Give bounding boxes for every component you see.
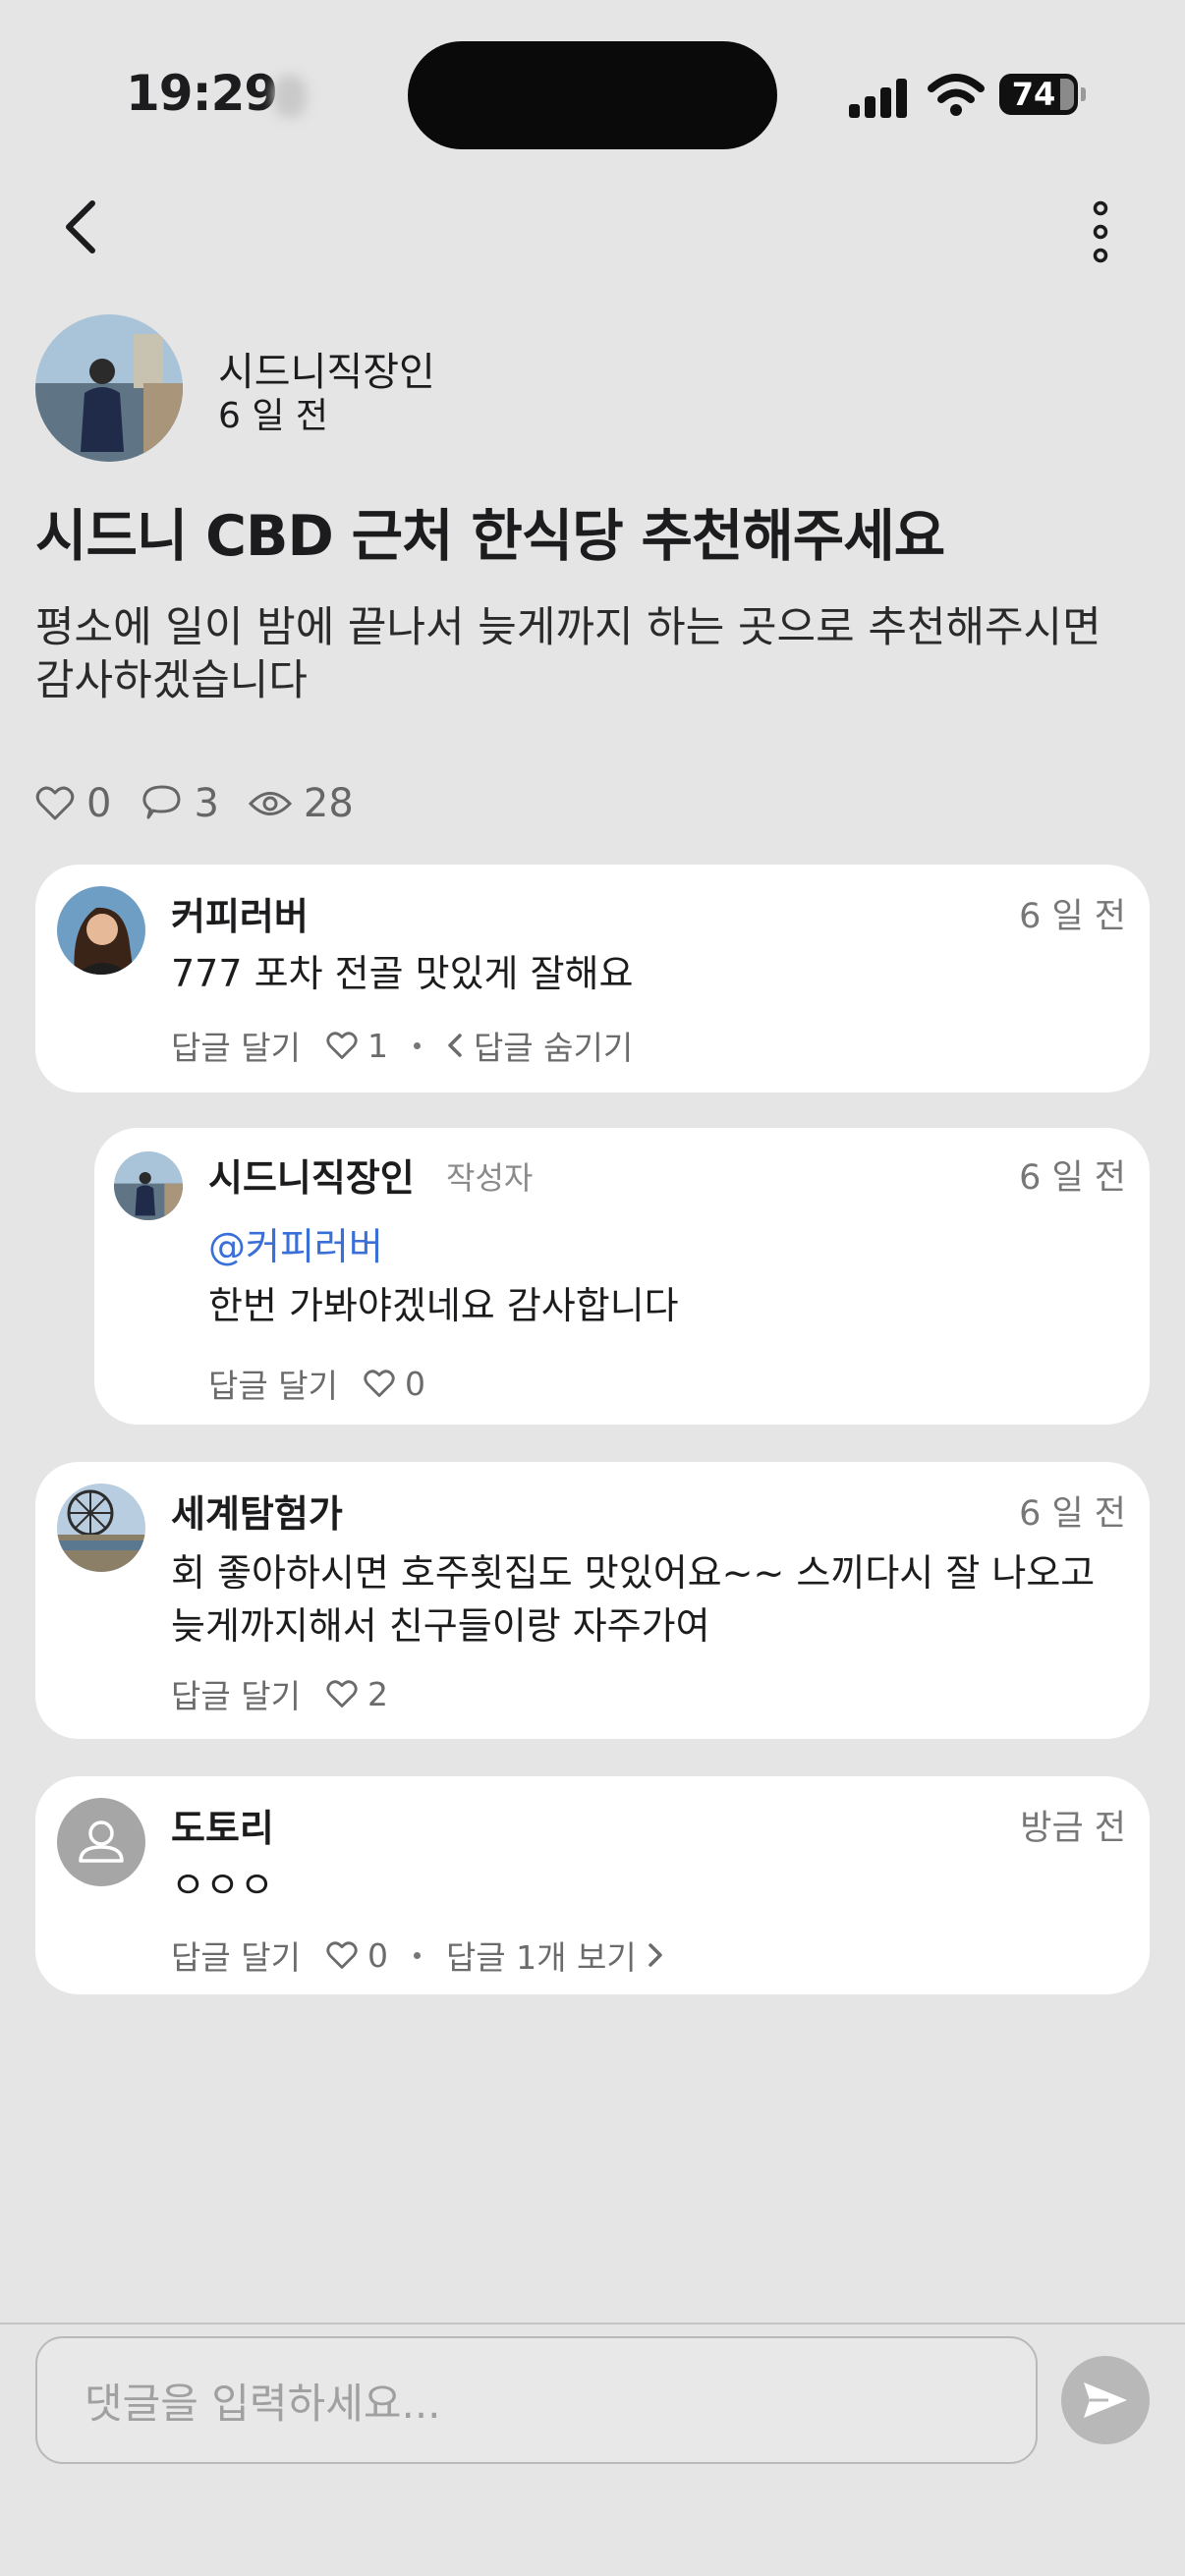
heart-icon (35, 786, 75, 820)
comment-text-line: 늦게까지해서 친구들이랑 자주가여 (171, 1604, 710, 1648)
comment-actions: 답글 달기 0 답글 1개 보기 (171, 1932, 700, 1979)
post-timestamp: 6 일 전 (218, 396, 329, 436)
comment-timestamp: 6 일 전 (1019, 897, 1126, 936)
comment-timestamp: 6 일 전 (1019, 1494, 1126, 1534)
commenter-name[interactable]: 커피러버 (171, 886, 309, 940)
post-stats: 0 3 28 (35, 776, 383, 831)
wifi-icon (928, 74, 985, 116)
post-body: 평소에 일이 밤에 끝나서 늦게까지 하는 곳으로 추천해주시면 감사하겠습니다 (35, 601, 1165, 707)
status-time: 19:29 (126, 65, 278, 122)
heart-icon (326, 1031, 358, 1059)
comment-actions: 답글 달기 0 (208, 1360, 451, 1407)
reply-button[interactable]: 답글 달기 (208, 1360, 338, 1407)
comment-like-button[interactable]: 0 (364, 1365, 425, 1403)
reply-button[interactable]: 답글 달기 (171, 1022, 301, 1069)
send-icon (1084, 2382, 1127, 2418)
comment-stat: 3 (141, 781, 219, 826)
separator-dot (413, 1041, 421, 1049)
comment-text: 777 포차 전골 맛있게 잘해요 (171, 952, 634, 995)
comment-card: 도토리 방금 전 ㅇㅇㅇ 답글 달기 0 답글 1개 보기 (35, 1776, 1150, 1994)
commenter-name[interactable]: 시드니직장인 (208, 1148, 415, 1202)
view-count: 28 (303, 781, 354, 826)
more-vertical-icon (1093, 200, 1108, 263)
battery-icon: 74 (999, 74, 1086, 115)
heart-icon (326, 1679, 358, 1708)
reply-card: 시드니직장인 작성자 6 일 전 @커피러버 한번 가봐야겠네요 감사합니다 답… (94, 1128, 1150, 1425)
reply-button[interactable]: 답글 달기 (171, 1670, 301, 1717)
more-options-button[interactable] (1071, 193, 1130, 271)
post-detail-screen: 19:29 74 시드니직장인 6 일 전 시드니 CBD 근처 한식당 추천해… (0, 0, 1185, 2576)
hide-replies-button[interactable]: 답글 숨기기 (446, 1022, 633, 1069)
chevron-right-icon (648, 1943, 662, 1967)
commenter-name[interactable]: 세계탐험가 (171, 1484, 343, 1538)
send-button[interactable] (1061, 2356, 1150, 2444)
comment-input[interactable]: 댓글을 입력하세요... (35, 2336, 1038, 2464)
comment-timestamp: 방금 전 (1020, 1809, 1126, 1848)
comment-card: 커피러버 6 일 전 777 포차 전골 맛있게 잘해요 답글 달기 1 답글 … (35, 865, 1150, 1092)
composer-divider (0, 2323, 1185, 2324)
comment-like-count: 2 (367, 1674, 388, 1713)
post-body-line: 감사하겠습니다 (35, 656, 308, 705)
comment-actions: 답글 달기 2 (171, 1670, 414, 1717)
comment-like-count: 0 (367, 1935, 388, 1975)
comment-card: 세계탐험가 6 일 전 회 좋아하시면 호주횟집도 맛있어요~~ 스끼다시 잘 … (35, 1462, 1150, 1739)
comment-like-button[interactable]: 1 (326, 1027, 388, 1065)
post-title: 시드니 CBD 근처 한식당 추천해주세요 (35, 504, 945, 569)
comment-like-button[interactable]: 2 (326, 1675, 388, 1713)
author-badge: 작성자 (446, 1159, 534, 1197)
author-avatar[interactable] (35, 314, 183, 462)
heart-icon (364, 1369, 395, 1397)
eye-icon (248, 792, 292, 815)
mention-link[interactable]: @커피러버 (208, 1216, 383, 1270)
view-replies-button[interactable]: 답글 1개 보기 (446, 1932, 674, 1979)
back-button[interactable] (51, 193, 110, 261)
comment-text: ㅇㅇㅇ (171, 1864, 274, 1907)
battery-level: 74 (1011, 76, 1056, 113)
view-replies-label: 답글 1개 보기 (445, 1938, 637, 1977)
like-stat[interactable]: 0 (35, 781, 111, 826)
comment-like-count: 1 (367, 1026, 388, 1065)
like-count: 0 (86, 781, 112, 826)
comment-like-button[interactable]: 0 (326, 1936, 388, 1975)
commenter-name[interactable]: 도토리 (171, 1798, 274, 1852)
commenter-avatar[interactable] (57, 886, 145, 975)
separator-dot (413, 1951, 421, 1959)
heart-icon (326, 1940, 358, 1969)
view-stat: 28 (248, 781, 354, 826)
comment-timestamp: 6 일 전 (1019, 1158, 1126, 1198)
comment-count: 3 (194, 781, 219, 826)
comment-like-count: 0 (404, 1364, 425, 1403)
reply-button[interactable]: 답글 달기 (171, 1932, 301, 1979)
dynamic-island (408, 41, 777, 149)
post-body-line: 평소에 일이 밤에 끝나서 늦게까지 하는 곳으로 추천해주시면 (35, 603, 1101, 652)
comment-text-line: 회 좋아하시면 호주횟집도 맛있어요~~ 스끼다시 잘 나오고 (171, 1551, 1096, 1595)
cellular-signal-icon (849, 77, 908, 118)
comment-text: 회 좋아하시면 호주횟집도 맛있어요~~ 스끼다시 잘 나오고 늦게까지해서 친… (171, 1546, 1095, 1652)
default-avatar-icon[interactable] (57, 1798, 145, 1886)
chevron-left-icon (448, 1034, 462, 1057)
commenter-avatar[interactable] (114, 1151, 183, 1220)
comment-text: 한번 가봐야겠네요 감사합니다 (208, 1284, 679, 1327)
chevron-left-icon (66, 200, 95, 253)
speech-bubble-icon (142, 785, 181, 819)
hide-replies-label: 답글 숨기기 (473, 1029, 634, 1067)
commenter-avatar[interactable] (57, 1484, 145, 1572)
status-notification-icon (273, 75, 307, 118)
comment-actions: 답글 달기 1 답글 숨기기 (171, 1022, 658, 1069)
